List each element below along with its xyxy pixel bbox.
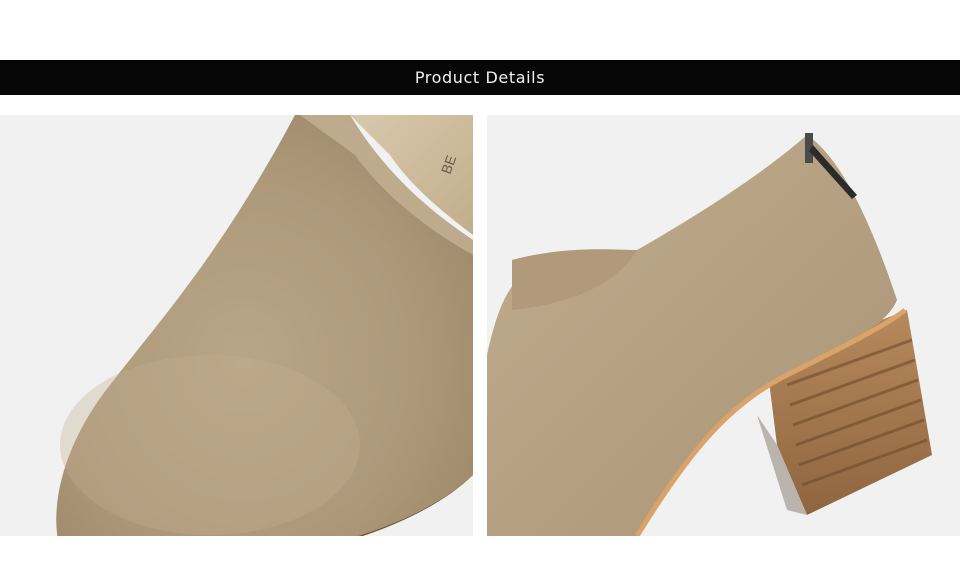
shoe-toe-image: BE xyxy=(0,115,473,536)
product-photo-heel xyxy=(487,115,960,536)
shoe-heel-image xyxy=(487,115,960,536)
product-photo-toe: BE xyxy=(0,115,473,536)
product-details-banner: Product Details xyxy=(0,60,960,95)
banner-title: Product Details xyxy=(414,68,546,87)
